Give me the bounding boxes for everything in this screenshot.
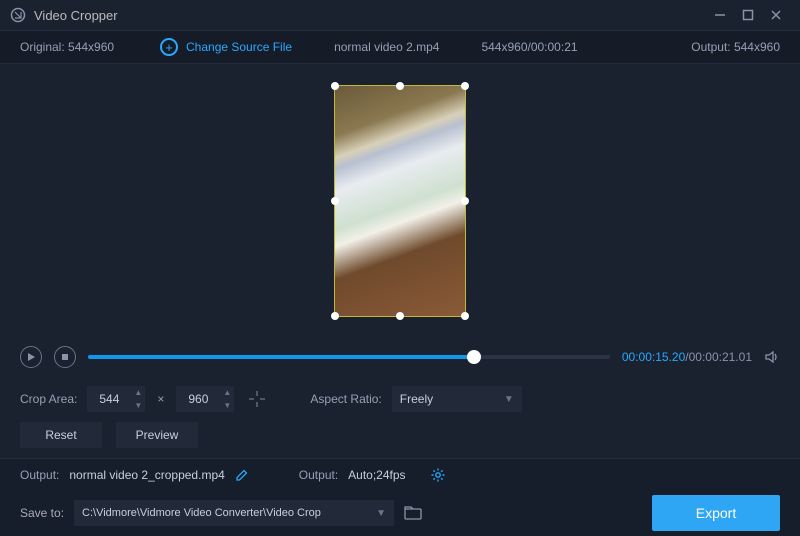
- settings-icon[interactable]: [430, 467, 446, 483]
- crop-handle-tl[interactable]: [331, 82, 339, 90]
- aspect-ratio-select[interactable]: Freely ▼: [392, 386, 522, 412]
- multiply-label: ×: [155, 392, 166, 406]
- change-source-label: Change Source File: [186, 40, 292, 54]
- aspect-ratio-label: Aspect Ratio:: [310, 392, 381, 406]
- reset-button[interactable]: Reset: [20, 422, 102, 448]
- crop-controls: Crop Area: 544 ▲▼ × 960 ▲▼ Aspect Ratio:…: [0, 376, 800, 418]
- crop-height-input[interactable]: 960 ▲▼: [176, 386, 234, 412]
- width-up[interactable]: ▲: [131, 386, 145, 399]
- save-to-label: Save to:: [20, 506, 64, 520]
- stop-button[interactable]: [54, 346, 76, 368]
- output-file-name: normal video 2_cropped.mp4: [69, 468, 224, 482]
- save-row: Save to: C:\Vidmore\Vidmore Video Conver…: [0, 490, 800, 536]
- app-icon: [10, 7, 26, 23]
- crop-box[interactable]: [334, 85, 466, 317]
- output-format-label: Output:: [299, 468, 338, 482]
- chevron-down-icon: ▼: [376, 508, 386, 519]
- preview-area: [0, 64, 800, 338]
- output-file-label: Output:: [20, 468, 59, 482]
- center-crop-icon[interactable]: [244, 386, 270, 412]
- crop-handle-t[interactable]: [396, 82, 404, 90]
- crop-area-label: Crop Area:: [20, 392, 77, 406]
- transport-bar: 00:00:15.20/00:00:21.01: [0, 338, 800, 376]
- time-current: 00:00:15.20: [622, 350, 685, 364]
- source-filename: normal video 2.mp4: [334, 40, 439, 54]
- titlebar: Video Cropper: [0, 0, 800, 30]
- window-title: Video Cropper: [34, 8, 118, 23]
- play-button[interactable]: [20, 346, 42, 368]
- seek-knob[interactable]: [467, 350, 481, 364]
- height-up[interactable]: ▲: [220, 386, 234, 399]
- maximize-button[interactable]: [734, 1, 762, 29]
- original-size: Original: 544x960: [20, 40, 160, 54]
- action-buttons: Reset Preview: [0, 418, 800, 458]
- open-folder-icon[interactable]: [404, 506, 422, 520]
- chevron-down-icon: ▼: [504, 394, 514, 405]
- time-display: 00:00:15.20/00:00:21.01: [622, 350, 752, 364]
- source-meta: 544x960/00:00:21: [481, 40, 577, 54]
- minimize-button[interactable]: [706, 1, 734, 29]
- seek-fill: [88, 355, 474, 359]
- output-format-value: Auto;24fps: [348, 468, 405, 482]
- crop-handle-tr[interactable]: [461, 82, 469, 90]
- volume-icon[interactable]: [764, 349, 780, 365]
- plus-icon: +: [160, 38, 178, 56]
- crop-width-input[interactable]: 544 ▲▼: [87, 386, 145, 412]
- preview-button[interactable]: Preview: [116, 422, 198, 448]
- edit-filename-icon[interactable]: [235, 468, 249, 482]
- crop-handle-r[interactable]: [461, 197, 469, 205]
- crop-handle-b[interactable]: [396, 312, 404, 320]
- crop-handle-l[interactable]: [331, 197, 339, 205]
- close-button[interactable]: [762, 1, 790, 29]
- save-path-select[interactable]: C:\Vidmore\Vidmore Video Converter\Video…: [74, 500, 394, 526]
- seek-slider[interactable]: [88, 355, 610, 359]
- video-frame: [335, 86, 465, 316]
- output-row: Output: normal video 2_cropped.mp4 Outpu…: [0, 458, 800, 490]
- infobar: Original: 544x960 + Change Source File n…: [0, 30, 800, 64]
- change-source-button[interactable]: + Change Source File: [160, 38, 292, 56]
- crop-handle-br[interactable]: [461, 312, 469, 320]
- width-down[interactable]: ▼: [131, 399, 145, 412]
- export-button[interactable]: Export: [652, 495, 780, 531]
- output-size: Output: 544x960: [640, 40, 780, 54]
- height-down[interactable]: ▼: [220, 399, 234, 412]
- crop-handle-bl[interactable]: [331, 312, 339, 320]
